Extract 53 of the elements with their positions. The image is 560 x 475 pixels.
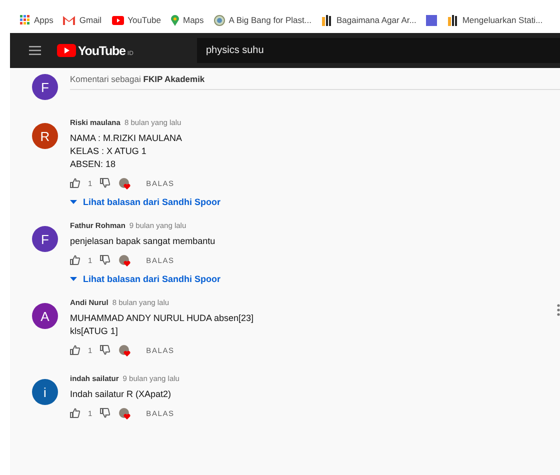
bookmark[interactable] xyxy=(426,14,438,26)
bookmark[interactable]: Maps xyxy=(170,14,204,26)
comment-text: Indah sailatur R (XApat2) xyxy=(70,388,172,401)
thumbs-up-icon[interactable] xyxy=(70,345,80,355)
avatar: F xyxy=(32,226,58,252)
comment-text: kls[ATUG 1] xyxy=(70,325,119,338)
comment-text: NAMA : M.RIZKI MAULANA xyxy=(70,132,184,145)
thumbs-down-icon[interactable] xyxy=(100,255,110,265)
more-icon[interactable] xyxy=(557,304,560,316)
bookmark-label: Gmail xyxy=(79,15,102,25)
view-replies-link[interactable]: Lihat balasan dari Sandhi Spoor xyxy=(70,272,221,286)
search-field[interactable]: physics suhu xyxy=(197,38,560,63)
thumbs-up-icon[interactable] xyxy=(70,178,80,188)
avatar: R xyxy=(32,123,58,149)
apps-grid-icon xyxy=(20,15,30,25)
thumbs-up-icon[interactable] xyxy=(70,255,80,265)
site-square-icon xyxy=(426,14,438,26)
thumbs-up-icon[interactable] xyxy=(70,408,80,418)
avatar: A xyxy=(32,303,58,329)
map-pin-icon xyxy=(170,14,179,26)
bookmark[interactable]: A Big Bang for Plast... xyxy=(214,14,312,26)
site-logo-icon xyxy=(447,14,458,26)
comment-text: KELAS : X ATUG 1 xyxy=(70,145,148,158)
avatar: i xyxy=(32,379,58,405)
bookmark[interactable]: Bagaimana Agar Ar... xyxy=(321,14,416,26)
bookmark-label: Apps xyxy=(34,15,54,25)
caret-icon xyxy=(70,200,77,204)
comment-text: penjelasan bapak sangat membantu xyxy=(70,235,216,248)
play-icon xyxy=(57,44,76,57)
caret-icon xyxy=(70,277,77,281)
bookmark-label: YouTube xyxy=(128,15,161,25)
comment-input[interactable]: Komentari sebagai FKIP Akademik xyxy=(70,74,560,90)
logo-text[interactable]: YouTube xyxy=(78,44,126,58)
bookmark-label: A Big Bang for Plast... xyxy=(228,15,312,25)
comment-text: MUHAMMAD ANDY NURUL HUDA absen[23] xyxy=(70,312,254,325)
play-icon xyxy=(112,16,124,24)
avatar: F xyxy=(32,74,58,100)
thumbs-down-icon[interactable] xyxy=(100,408,110,418)
bookmark[interactable]: YouTube xyxy=(112,15,161,25)
view-replies-link[interactable]: Lihat balasan dari Sandhi Spoor xyxy=(70,195,221,209)
bookmark-label: Mengeluarkan Stati... xyxy=(462,15,543,25)
bookmark[interactable]: Apps xyxy=(20,15,54,25)
thumbs-down-icon[interactable] xyxy=(100,178,110,188)
mail-icon xyxy=(63,16,76,24)
site-logo-icon xyxy=(321,14,332,26)
bookmark-label: Maps xyxy=(182,15,204,25)
comment-text: ABSEN: 18 xyxy=(70,158,117,171)
bookmark[interactable]: Mengeluarkan Stati... xyxy=(447,14,543,26)
bookmark[interactable]: Gmail xyxy=(63,15,102,25)
menu-icon[interactable] xyxy=(29,46,41,55)
bookmark-label: Bagaimana Agar Ar... xyxy=(336,15,416,25)
thumbs-down-icon[interactable] xyxy=(100,345,110,355)
globe-icon xyxy=(214,14,225,26)
